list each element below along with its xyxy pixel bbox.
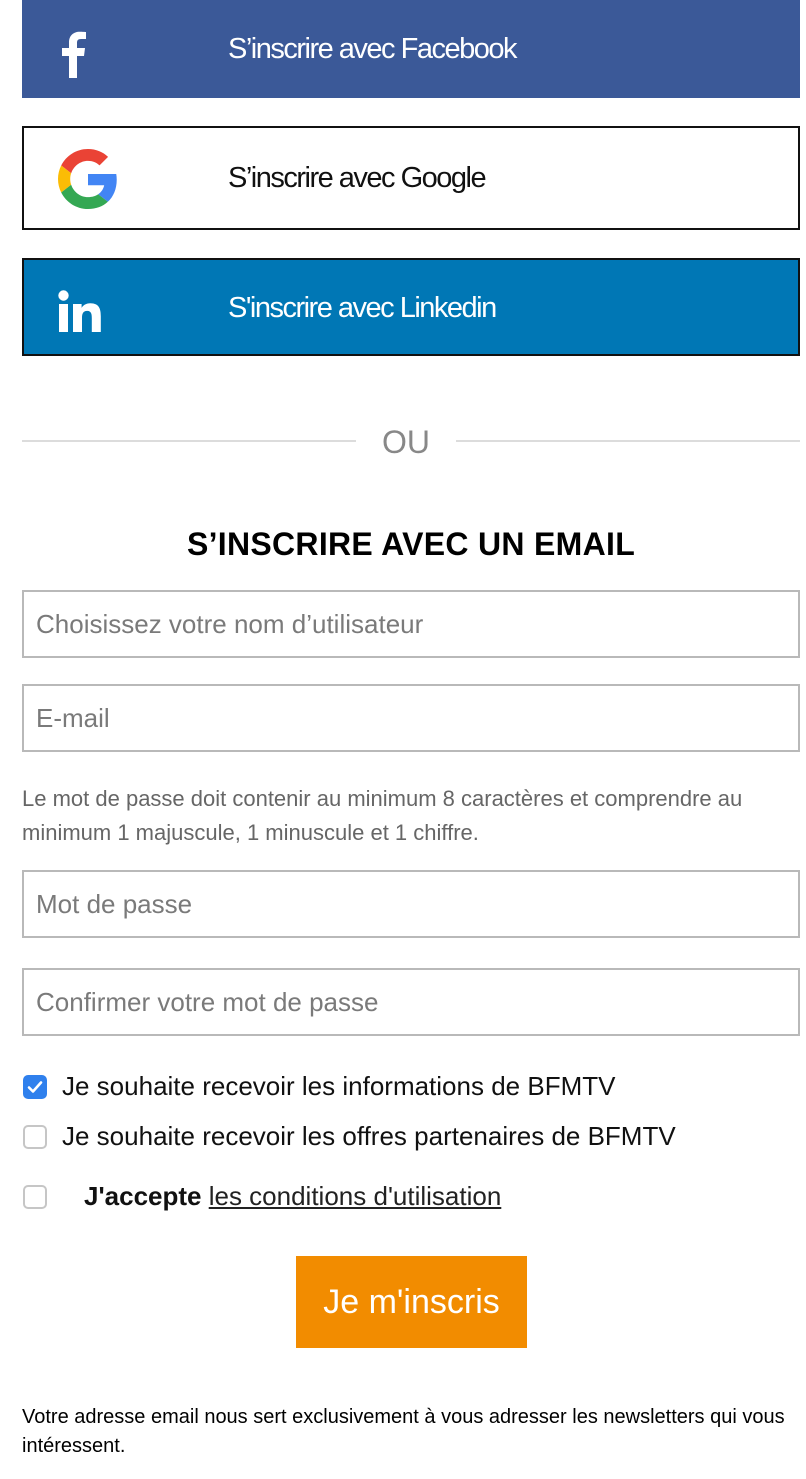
linkedin-signup-label: S'inscrire avec Linkedin [228,292,497,324]
newsletter-checkbox[interactable] [23,1075,47,1099]
google-signup-button[interactable]: S’inscrire avec Google [22,126,800,230]
partners-checkbox[interactable] [23,1125,47,1149]
check-icon [27,1081,43,1093]
facebook-icon [58,30,88,83]
accept-terms-label: J'accepte les conditions d'utilisation [84,1181,501,1212]
google-signup-label: S’inscrire avec Google [228,162,487,194]
divider-line-left [22,440,356,442]
confirm-password-input[interactable] [22,968,800,1036]
accept-text: J'accepte [84,1181,202,1211]
terms-link[interactable]: les conditions d'utilisation [209,1181,502,1211]
linkedin-icon [57,290,103,337]
newsletter-label[interactable]: Je souhaite recevoir les informations de… [62,1071,615,1102]
signup-submit-button[interactable]: Je m'inscris [296,1256,527,1348]
facebook-signup-label: S’inscrire avec Facebook [228,33,517,65]
partners-label[interactable]: Je souhaite recevoir les offres partenai… [62,1121,676,1152]
google-icon [58,149,118,214]
facebook-signup-button[interactable]: S’inscrire avec Facebook [22,0,800,98]
email-input[interactable] [22,684,800,752]
password-hint: Le mot de passe doit contenir au minimum… [22,786,743,845]
divider-or: OU [382,424,430,460]
accept-terms-checkbox[interactable] [23,1185,47,1209]
password-input[interactable] [22,870,800,938]
linkedin-signup-button[interactable]: S'inscrire avec Linkedin [22,258,800,356]
email-signup-title: S’INSCRIRE AVEC UN EMAIL [186,526,636,562]
username-input[interactable] [22,590,800,658]
privacy-note: Votre adresse email nous sert exclusivem… [22,1406,785,1457]
divider-line-right [456,440,800,442]
